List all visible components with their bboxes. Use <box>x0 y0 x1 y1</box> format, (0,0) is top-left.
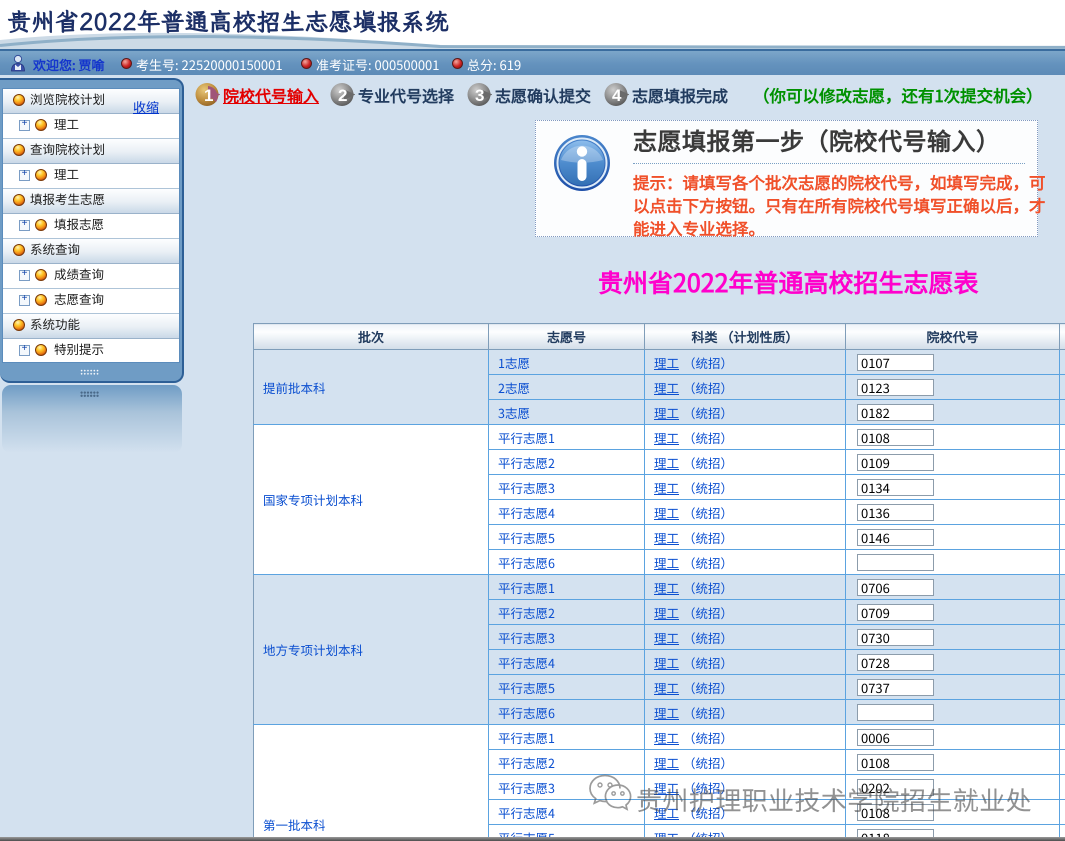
svg-text:4: 4 <box>612 86 622 105</box>
svg-text:2: 2 <box>338 86 347 105</box>
svg-text:3: 3 <box>475 86 484 105</box>
svg-text:1: 1 <box>204 86 213 105</box>
